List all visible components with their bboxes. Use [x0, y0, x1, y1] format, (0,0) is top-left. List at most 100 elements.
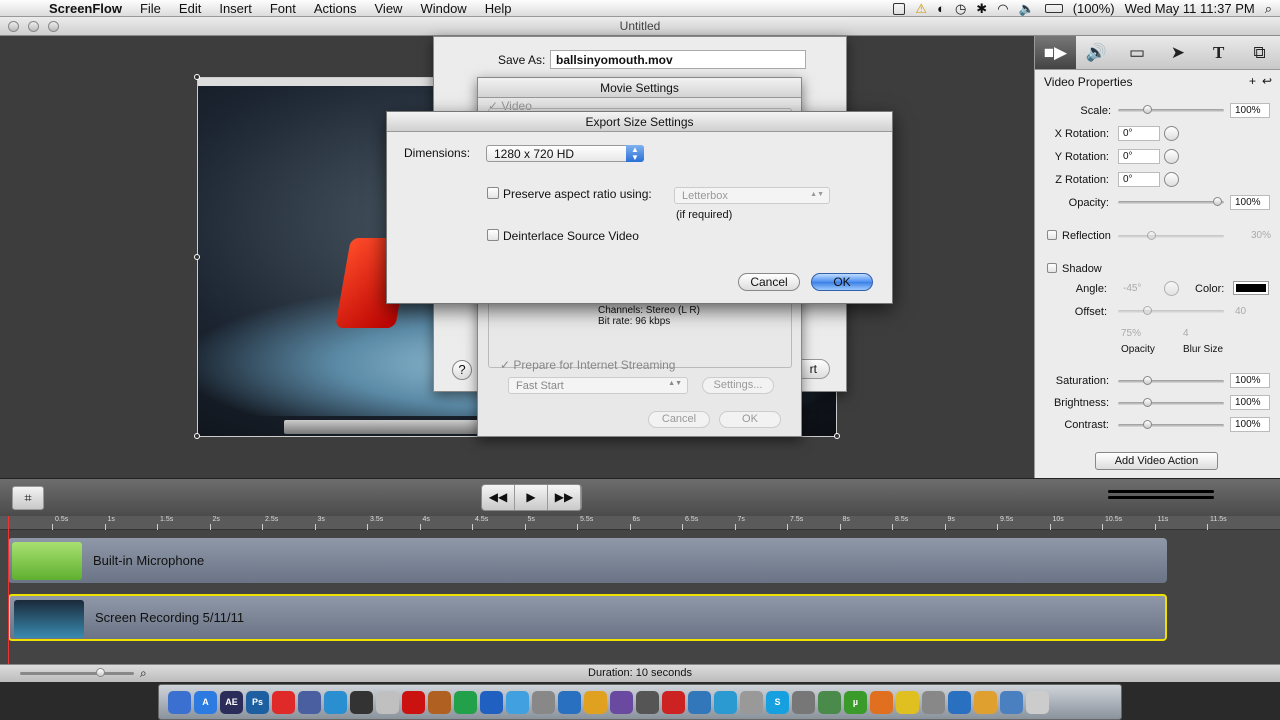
minimize-window-icon[interactable] [28, 21, 39, 32]
add-action-icon[interactable]: + [1249, 74, 1256, 88]
sync-icon[interactable]: ◐ [937, 1, 945, 16]
bluetooth-icon[interactable]: ✱ [976, 1, 987, 17]
resize-handle[interactable] [194, 74, 200, 80]
play-button[interactable]: ▶ [515, 485, 548, 510]
menu-app-name[interactable]: ScreenFlow [40, 1, 131, 16]
warning-icon[interactable]: ⚠ [915, 1, 927, 17]
add-video-action-button[interactable]: Add Video Action [1095, 452, 1218, 470]
media-library-icon[interactable]: ⧉ [1239, 36, 1280, 69]
dock-app-icon[interactable] [298, 690, 321, 714]
scale-slider[interactable] [1118, 109, 1224, 112]
time-machine-icon[interactable]: ◷ [955, 1, 966, 17]
dock-app-icon[interactable] [532, 690, 555, 714]
menu-actions[interactable]: Actions [305, 1, 366, 16]
dock-app-icon[interactable] [688, 690, 711, 714]
menu-view[interactable]: View [366, 1, 412, 16]
shadow-opacity-value[interactable]: 75% [1121, 328, 1141, 339]
opacity-slider[interactable] [1118, 201, 1224, 204]
clock[interactable]: Wed May 11 11:37 PM [1125, 1, 1255, 16]
export-ok-button[interactable]: OK [811, 273, 873, 291]
menu-insert[interactable]: Insert [210, 1, 261, 16]
dock-app-icon[interactable] [168, 690, 191, 714]
dock-app-icon[interactable] [974, 690, 997, 714]
crop-icon[interactable]: ⌗ [12, 486, 44, 510]
dock-app-icon[interactable] [350, 690, 373, 714]
dock-app-icon[interactable] [636, 690, 659, 714]
prepare-streaming-checkbox[interactable]: ✓ Prepare for Internet Streaming [500, 358, 675, 372]
volume-icon[interactable]: 🔈 [1019, 1, 1035, 17]
shadow-offset-knob[interactable] [1143, 306, 1152, 315]
spotlight-icon[interactable]: ⌕ [1265, 1, 1272, 17]
movie-ok-button[interactable]: OK [719, 411, 781, 428]
track-height-icon[interactable] [1108, 490, 1214, 502]
zoom-in-icon[interactable]: ⌕ [140, 665, 147, 682]
dock-app-icon[interactable] [740, 690, 763, 714]
dock-app-icon[interactable] [792, 690, 815, 714]
reflection-checkbox[interactable] [1047, 230, 1057, 240]
dock-app-icon[interactable]: A [194, 690, 217, 714]
menu-font[interactable]: Font [261, 1, 305, 16]
playhead[interactable] [8, 516, 9, 664]
dock-app-icon[interactable]: AE [220, 690, 243, 714]
saturation-slider[interactable] [1118, 380, 1224, 383]
zoom-window-icon[interactable] [48, 21, 59, 32]
dock-app-icon[interactable]: S [766, 690, 789, 714]
rewind-button[interactable]: ◀◀ [482, 485, 515, 510]
contrast-slider[interactable] [1118, 424, 1224, 427]
dock-app-icon[interactable] [584, 690, 607, 714]
reflection-slider[interactable] [1118, 235, 1224, 238]
wifi-icon[interactable]: ◠ [997, 1, 1008, 17]
dock-app-icon[interactable] [402, 690, 425, 714]
brightness-slider-knob[interactable] [1143, 398, 1152, 407]
dock-app-icon[interactable] [870, 690, 893, 714]
screen-recording-clip[interactable]: Screen Recording 5/11/11 [8, 594, 1167, 641]
resize-handle[interactable] [194, 254, 200, 260]
saturation-slider-knob[interactable] [1143, 376, 1152, 385]
screen-monitor-icon[interactable]: ▭ [1117, 36, 1158, 69]
close-window-icon[interactable] [8, 21, 19, 32]
scale-field[interactable]: 100% [1230, 103, 1270, 118]
reflection-slider-knob[interactable] [1147, 231, 1156, 240]
saturation-field[interactable]: 100% [1230, 373, 1270, 388]
menu-help[interactable]: Help [476, 1, 521, 16]
audio-speaker-icon[interactable]: 🔊 [1076, 36, 1117, 69]
text-icon[interactable]: T [1198, 36, 1239, 69]
opacity-field[interactable]: 100% [1230, 195, 1270, 210]
y-rotation-dial[interactable] [1164, 149, 1179, 164]
x-rotation-field[interactable]: 0° [1118, 126, 1160, 141]
revert-icon[interactable]: ↩ [1262, 74, 1272, 88]
menu-edit[interactable]: Edit [170, 1, 210, 16]
streaming-select[interactable]: Fast Start ▲▼ [508, 377, 688, 394]
cursor-pointer-icon[interactable]: ➤ [1157, 36, 1198, 69]
dock-app-icon[interactable] [480, 690, 503, 714]
dock-app-icon[interactable] [376, 690, 399, 714]
dock-app-icon[interactable] [818, 690, 841, 714]
battery-icon[interactable] [1044, 4, 1063, 13]
dimensions-popup[interactable]: 1280 x 720 HD ▲ ▼ [486, 145, 644, 162]
dock-app-icon[interactable] [948, 690, 971, 714]
timeline-ruler[interactable]: 0.5s 1s 1.5s 2s 2.5s 3s 3.5s 4s 4.5s 5s 5.5s 6s 6.5s… [0, 516, 1280, 530]
deinterlace-checkbox[interactable] [487, 229, 499, 241]
shadow-checkbox[interactable] [1047, 263, 1057, 273]
filename-field[interactable]: ballsinyomouth.mov [550, 50, 806, 69]
shadow-offset-slider[interactable] [1118, 310, 1224, 313]
z-rotation-dial[interactable] [1164, 172, 1179, 187]
dock-app-icon[interactable] [558, 690, 581, 714]
dock-app-icon[interactable] [896, 690, 919, 714]
shadow-blur-value[interactable]: 4 [1183, 328, 1189, 339]
screenflow-tray-icon[interactable] [893, 2, 906, 15]
dock-app-icon[interactable] [610, 690, 633, 714]
zoom-slider-knob[interactable] [96, 668, 105, 677]
preserve-aspect-checkbox[interactable] [487, 187, 499, 199]
timeline-zoom-slider[interactable] [20, 672, 134, 675]
resize-handle[interactable] [194, 433, 200, 439]
resize-handle[interactable] [834, 433, 840, 439]
dock-app-icon[interactable] [506, 690, 529, 714]
y-rotation-field[interactable]: 0° [1118, 149, 1160, 164]
dock-app-icon[interactable] [922, 690, 945, 714]
streaming-settings-button[interactable]: Settings... [702, 377, 774, 394]
dock-app-icon[interactable] [428, 690, 451, 714]
z-rotation-field[interactable]: 0° [1118, 172, 1160, 187]
menu-window[interactable]: Window [411, 1, 475, 16]
dock-app-icon[interactable] [272, 690, 295, 714]
